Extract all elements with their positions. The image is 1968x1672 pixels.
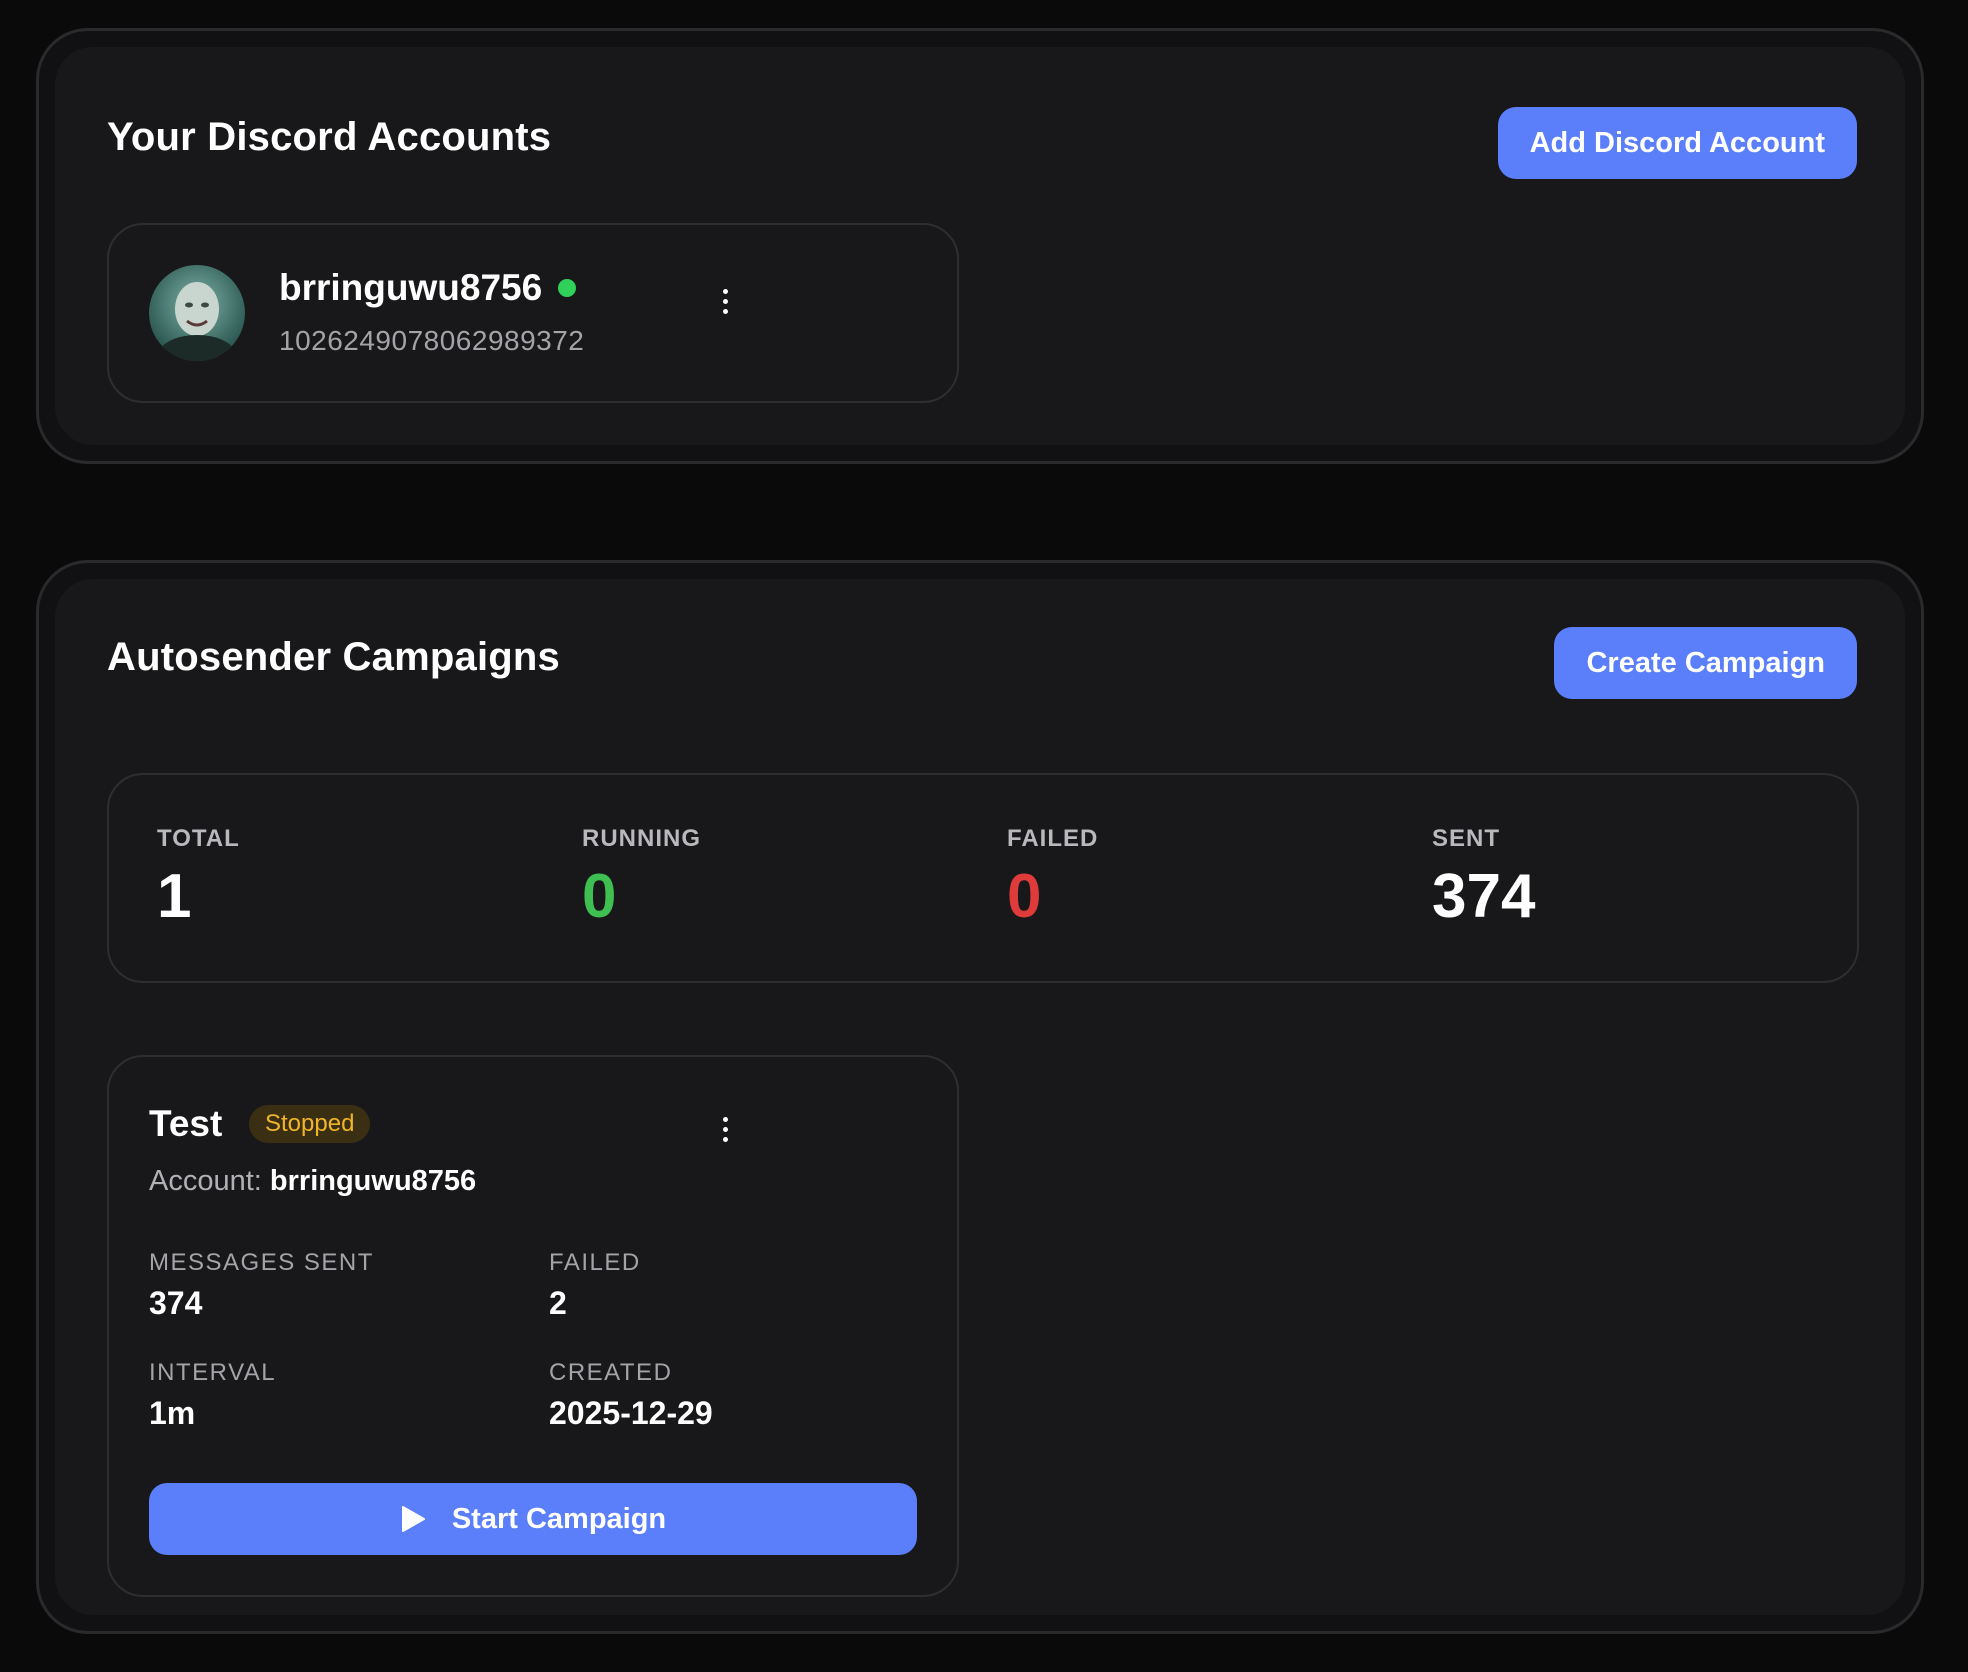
interval-value: 1m [149,1395,196,1431]
avatar [149,265,245,361]
campaigns-panel-inner: Autosender Campaigns Create Campaign TOT… [55,579,1905,1615]
campaign-failed-value: 2 [549,1285,567,1321]
account-card: brringuwu8756 1026249078062989372 [107,223,959,403]
created-value: 2025-12-29 [549,1395,713,1431]
account-username-text: brringuwu8756 [279,267,543,308]
campaign-account-value: brringuwu8756 [269,1165,477,1197]
account-id: 1026249078062989372 [279,325,585,356]
campaign-account: Account: brringuwu8756 [149,1165,476,1198]
stat-running-value: 0 [582,862,617,931]
create-campaign-button[interactable]: Create Campaign [1554,627,1857,699]
account-username: brringuwu8756 [279,267,577,309]
created-label: CREATED [549,1359,673,1386]
stat-total: TOTAL 1 [157,825,240,932]
accounts-panel: Your Discord Accounts Add Discord Accoun… [36,28,1924,464]
stat-sent-label: SENT [1432,825,1501,852]
status-badge: Stopped [249,1105,371,1143]
stat-running: RUNNING 0 [582,825,701,932]
stat-sent-value: 374 [1432,862,1536,931]
stat-running-label: RUNNING [582,825,701,852]
stat-failed-label: FAILED [1007,825,1099,852]
stat-total-value: 1 [157,862,192,931]
stat-failed: FAILED 0 [1007,825,1098,932]
start-campaign-button[interactable]: Start Campaign [149,1483,917,1555]
campaign-card: Test Stopped Account: brringuwu8756 MESS… [107,1055,959,1597]
accounts-panel-inner: Your Discord Accounts Add Discord Accoun… [55,47,1905,445]
interval-label: INTERVAL [149,1359,277,1386]
messages-sent-value: 374 [149,1285,203,1321]
stat-total-label: TOTAL [157,825,240,852]
campaign-more-options-icon[interactable] [713,1109,737,1149]
campaign-failed-label: FAILED [549,1249,641,1276]
account-more-options-icon[interactable] [713,281,737,321]
campaigns-section-title: Autosender Campaigns [107,635,560,679]
campaign-stats-card: TOTAL 1 RUNNING 0 FAILED 0 SENT 374 [107,773,1859,983]
online-status-icon [558,279,577,297]
stat-sent: SENT 374 [1432,825,1535,932]
add-discord-account-button[interactable]: Add Discord Account [1497,107,1857,179]
stat-failed-value: 0 [1007,862,1042,931]
campaigns-panel: Autosender Campaigns Create Campaign TOT… [36,560,1924,1634]
campaign-account-label: Account: [149,1165,262,1197]
play-icon [401,1506,425,1532]
accounts-section-title: Your Discord Accounts [107,115,552,159]
start-campaign-label: Start Campaign [451,1502,667,1535]
messages-sent-label: MESSAGES SENT [149,1249,374,1276]
campaign-name: Test [149,1103,223,1144]
